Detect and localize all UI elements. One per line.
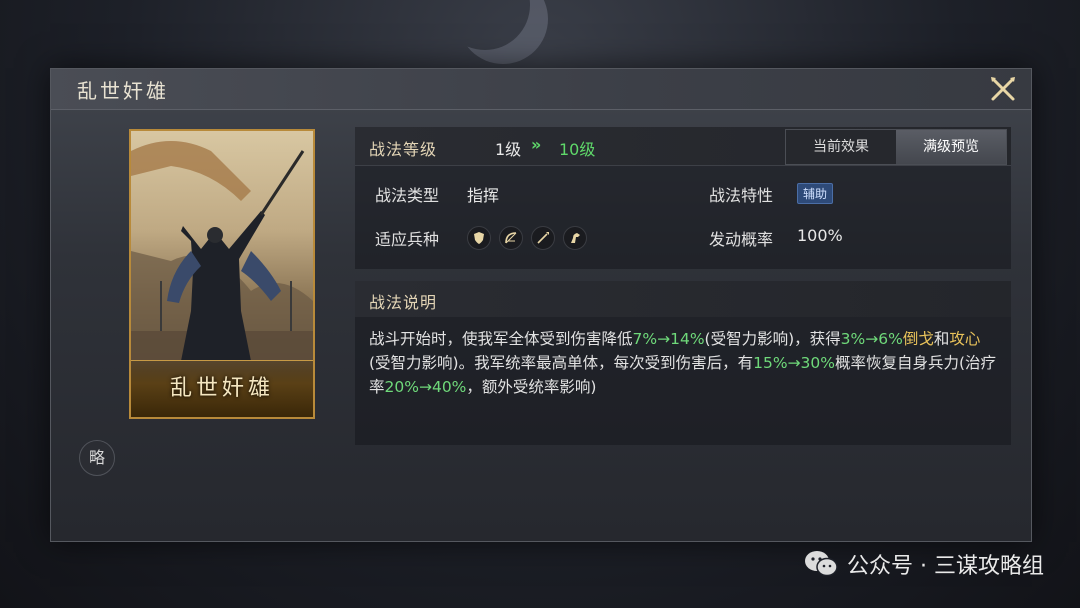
desc-value-heal-rate: 20%→40% (384, 378, 467, 396)
trigger-rate-label: 发动概率 (709, 230, 774, 249)
level-max: 10级 (559, 140, 596, 159)
desc-segment: (受智力影响)，获得 (704, 330, 841, 348)
troop-types-label: 适应兵种 (375, 230, 440, 249)
desc-value-heal-chance: 15%→30% (753, 354, 835, 372)
desc-value-damage-reduction: 7%→14% (632, 330, 705, 348)
desc-segment: 战斗开始时，使我军全体受到伤害降低 (369, 330, 633, 348)
card-name-banner: 乱世奸雄 (131, 360, 313, 417)
troop-types-icons (467, 226, 587, 250)
bow-icon (499, 226, 523, 250)
tab-current-effect[interactable]: 当前效果 (786, 130, 896, 164)
card-name: 乱世奸雄 (169, 376, 274, 401)
effect-tabs: 当前效果 满级预览 (785, 129, 1007, 165)
skill-trait-badge: 辅助 (797, 183, 834, 204)
skill-info-box: 战法等级 1级 » 10级 当前效果 满级预览 战法类型 指挥 战法特性 辅助 … (355, 127, 1011, 269)
description-header: 战法说明 (355, 281, 1011, 317)
desc-segment: 和 (933, 330, 950, 348)
close-icon[interactable] (987, 73, 1019, 105)
dialog-header: 乱世奸雄 (51, 69, 1031, 110)
level-row: 战法等级 1级 » 10级 当前效果 满级预览 (355, 127, 1011, 166)
level-arrow-icon: » (531, 135, 542, 154)
spear-icon (531, 226, 555, 250)
desc-value-status-chance: 3%→6% (840, 330, 903, 348)
horse-icon (563, 226, 587, 250)
description-title: 战法说明 (369, 293, 438, 312)
skill-type-value: 指挥 (467, 186, 500, 205)
skill-description-box: 战法说明 战斗开始时，使我军全体受到伤害降低7%→14%(受智力影响)，获得3%… (355, 281, 1011, 445)
watermark-text: 公众号 · 三谋攻略组 (847, 554, 1044, 579)
skill-type-label: 战法类型 (375, 186, 440, 205)
skill-trait-label: 战法特性 (709, 186, 774, 205)
tab-max-level-preview[interactable]: 满级预览 (896, 130, 1006, 164)
description-text: 战斗开始时，使我军全体受到伤害降低7%→14%(受智力影响)，获得3%→6%倒戈… (369, 327, 1001, 399)
desc-segment: (受智力影响)。我军统率最高单体，每次受到伤害后，有 (369, 354, 754, 372)
shield-icon (467, 226, 491, 250)
skill-card: 乱世奸雄 (129, 129, 315, 419)
skill-detail-dialog: 乱世奸雄 乱世奸雄 略 战法等级 1级 » 10级 当前效果 满级预览 战法类型… (50, 68, 1032, 542)
dialog-title: 乱世奸雄 (77, 79, 169, 103)
strategy-button[interactable]: 略 (79, 440, 115, 476)
desc-segment: ，额外受统率影响) (466, 378, 597, 396)
desc-keyword-daoge[interactable]: 倒戈 (903, 330, 934, 348)
desc-keyword-gongxin[interactable]: 攻心 (949, 330, 980, 348)
wechat-icon (805, 551, 838, 577)
background-moon (440, 0, 530, 50)
level-label: 战法等级 (369, 140, 438, 159)
watermark: 公众号 · 三谋攻略组 (803, 548, 1044, 580)
trigger-rate-value: 100% (797, 226, 843, 245)
level-current: 1级 (495, 140, 522, 159)
